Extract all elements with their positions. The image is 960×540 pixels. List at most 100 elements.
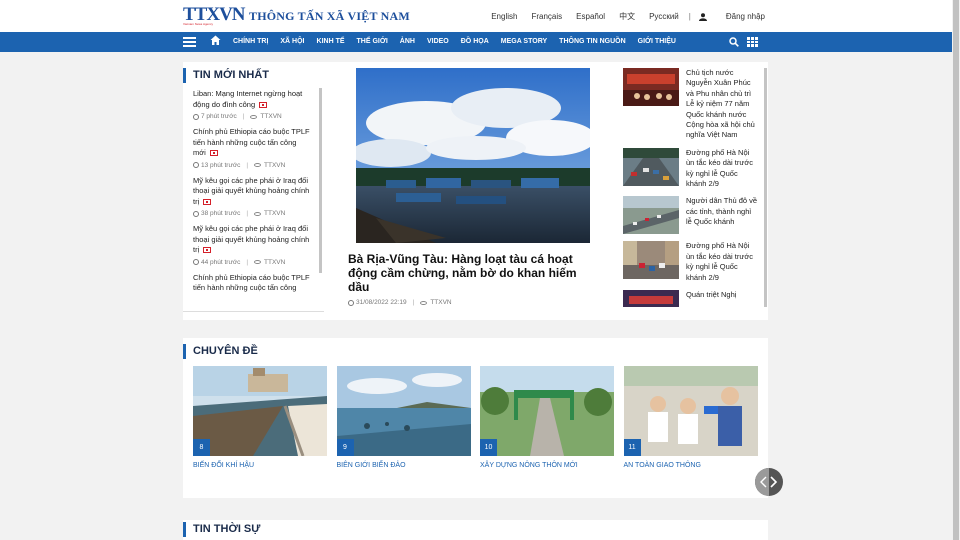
top-header: TTXVN Vietnam News Agency THÔNG TẤN XÃ V… xyxy=(0,0,952,32)
page-scrollbar-thumb[interactable] xyxy=(953,0,959,540)
nav-item-gioi-thieu[interactable]: GIỚI THIỆU xyxy=(638,38,676,45)
side-news-column: Chủ tịch nước Nguyễn Xuân Phúc và Phu nh… xyxy=(623,62,768,307)
lang-russian[interactable]: Русский xyxy=(649,12,679,21)
nav-item-mega-story[interactable]: MEGA STORY xyxy=(501,38,547,45)
topics-carousel: 8 BIẾN ĐỔI KHÍ HẬU 9 BIÊN GIỚI BIỂN ĐẢO … xyxy=(193,366,767,469)
news-source: TTXVN xyxy=(264,258,286,266)
lang-separator: | xyxy=(688,12,691,21)
latest-news-scrollbar[interactable] xyxy=(319,88,322,273)
side-news-scrollbar[interactable] xyxy=(764,68,767,307)
side-news-title[interactable]: Quán triệt Nghị xyxy=(686,290,758,307)
topic-label[interactable]: XÂY DỰNG NÔNG THÔN MỚI xyxy=(480,462,614,469)
topic-card[interactable]: 8 BIẾN ĐỔI KHÍ HẬU xyxy=(193,366,327,469)
user-icon xyxy=(698,12,707,21)
topic-number: 8 xyxy=(193,439,210,456)
nav-item-do-hoa[interactable]: ĐỒ HỌA xyxy=(461,38,489,45)
hero-article[interactable]: Bà Rịa-Vũng Tàu: Hàng loạt tàu cá hoạt đ… xyxy=(347,62,612,320)
login-link[interactable]: Đăng nhập xyxy=(698,12,765,21)
side-news-title[interactable]: Chủ tịch nước Nguyễn Xuân Phúc và Phu nh… xyxy=(686,68,758,141)
news-time: 13 phút trước xyxy=(201,161,241,169)
news-time: 38 phút trước xyxy=(201,210,241,217)
news-time: 44 phút trước xyxy=(201,258,241,266)
page-scrollbar[interactable] xyxy=(952,0,960,540)
apps-grid-icon[interactable] xyxy=(747,37,758,48)
list-item[interactable]: Người dân Thủ đô về các tỉnh, thành nghỉ… xyxy=(623,196,768,235)
side-news-title[interactable]: Người dân Thủ đô về các tỉnh, thành nghỉ… xyxy=(686,196,758,234)
latest-news-list: Liban: Mạng Internet ngừng hoạt động do … xyxy=(193,89,311,299)
site-name[interactable]: THÔNG TẤN XÃ VIỆT NAM xyxy=(249,9,410,24)
featured-panel: TIN MỚI NHẤT Liban: Mạng Internet ngừng … xyxy=(183,62,768,320)
side-news-title[interactable]: Đường phố Hà Nội ùn tắc kéo dài trước kỳ… xyxy=(686,148,758,190)
thumbnail[interactable] xyxy=(623,290,679,307)
topic-label[interactable]: BIÊN GIỚI BIỂN ĐẢO xyxy=(337,462,471,469)
site-logo[interactable]: TTXVN Vietnam News Agency xyxy=(183,4,246,26)
separator: | xyxy=(246,258,249,266)
hamburger-menu-icon[interactable] xyxy=(183,37,196,47)
lang-chinese[interactable]: 中文 xyxy=(619,11,635,22)
list-item[interactable]: Mỹ kêu gọi các phe phái ở Iraq đối thoại… xyxy=(193,224,311,266)
topic-label[interactable]: AN TOÀN GIAO THÔNG xyxy=(624,462,758,469)
topic-card[interactable]: 10 XÂY DỰNG NÔNG THÔN MỚI xyxy=(480,366,614,469)
eye-icon xyxy=(254,260,262,264)
list-item[interactable]: Đường phố Hà Nội ùn tắc kéo dài trước kỳ… xyxy=(623,147,768,190)
topic-card[interactable]: 9 BIÊN GIỚI BIỂN ĐẢO xyxy=(336,366,471,469)
latest-news-heading: TIN MỚI NHẤT xyxy=(183,68,269,83)
thumbnail[interactable] xyxy=(623,68,679,106)
hero-photo-boats xyxy=(356,68,590,243)
main-nav: CHÍNH TRỊ XÃ HỘI KINH TẾ THẾ GIỚI ẢNH VI… xyxy=(0,32,952,52)
topic-image[interactable]: 9 xyxy=(336,366,471,456)
separator: | xyxy=(246,210,249,217)
topic-number: 9 xyxy=(336,439,354,456)
photo-traffic-safety xyxy=(623,366,758,456)
hero-datetime: 31/08/2022 22:19 xyxy=(356,299,407,306)
topic-number: 10 xyxy=(480,439,497,456)
hero-meta: 31/08/2022 22:19 | TTXVN xyxy=(348,299,452,306)
lang-spanish[interactable]: Español xyxy=(576,12,605,21)
topic-image[interactable]: 11 xyxy=(623,366,758,456)
carousel-next-button[interactable] xyxy=(755,468,783,496)
language-menu: English Français Español 中文 Русский | Đă… xyxy=(477,11,765,22)
list-item[interactable]: Chủ tịch nước Nguyễn Xuân Phúc và Phu nh… xyxy=(623,68,768,141)
nav-item-xa-hoi[interactable]: XÃ HỘI xyxy=(280,38,304,45)
topic-card[interactable]: 11 AN TOÀN GIAO THÔNG xyxy=(623,366,758,469)
list-item[interactable]: Chính phủ Ethiopia cáo buộc TPLF tiến hà… xyxy=(193,273,311,294)
logo-mark: TTXVN xyxy=(183,4,246,25)
thumbnail[interactable] xyxy=(623,147,679,186)
search-icon[interactable] xyxy=(729,37,739,47)
news-title[interactable]: Chính phủ Ethiopia cáo buộc TPLF tiến hà… xyxy=(193,273,310,293)
list-item[interactable]: Mỹ kêu gọi các phe phái ở Iraq đối thoại… xyxy=(193,176,311,217)
topic-label[interactable]: BIẾN ĐỔI KHÍ HẬU xyxy=(193,462,327,469)
nav-item-kinh-te[interactable]: KINH TẾ xyxy=(317,38,345,45)
topics-heading: CHUYÊN ĐỀ xyxy=(183,344,258,359)
list-item[interactable]: Chính phủ Ethiopia cáo buộc TPLF tiến hà… xyxy=(193,127,311,169)
hero-source: TTXVN xyxy=(430,299,452,306)
home-icon[interactable] xyxy=(210,35,221,46)
list-item[interactable]: Quán triệt Nghị xyxy=(623,290,768,307)
nav-item-anh[interactable]: ẢNH xyxy=(400,38,415,45)
list-item[interactable]: Liban: Mạng Internet ngừng hoạt động do … xyxy=(193,89,311,120)
nav-item-video[interactable]: VIDEO xyxy=(427,38,449,45)
current-news-heading: TIN THỜI SỰ xyxy=(183,522,260,537)
list-item[interactable]: Đường phố Hà Nội ùn tắc kéo dài trước kỳ… xyxy=(623,241,768,283)
lang-french[interactable]: Français xyxy=(531,12,562,21)
nav-item-the-gioi[interactable]: THẾ GIỚI xyxy=(357,38,388,45)
thumbnail[interactable] xyxy=(623,241,679,280)
news-source: TTXVN xyxy=(260,113,282,120)
topic-image[interactable]: 8 xyxy=(193,366,327,456)
news-title[interactable]: Liban: Mạng Internet ngừng hoạt động do … xyxy=(193,89,302,109)
nav-item-chinh-tri[interactable]: CHÍNH TRỊ xyxy=(233,38,268,45)
clock-icon xyxy=(193,259,199,265)
login-label: Đăng nhập xyxy=(725,12,765,21)
topic-image[interactable]: 10 xyxy=(480,366,614,456)
topic-number: 11 xyxy=(623,439,641,456)
side-news-title[interactable]: Đường phố Hà Nội ùn tắc kéo dài trước kỳ… xyxy=(686,241,758,283)
nav-item-thong-tin-nguon[interactable]: THÔNG TIN NGUỒN xyxy=(559,38,626,45)
hero-image[interactable] xyxy=(356,68,590,243)
photo-sea-islands xyxy=(336,366,471,456)
thumbnail[interactable] xyxy=(623,196,679,235)
separator: | xyxy=(242,113,245,120)
eye-icon xyxy=(250,114,258,119)
latest-news-column: TIN MỚI NHẤT Liban: Mạng Internet ngừng … xyxy=(183,62,324,312)
hero-title[interactable]: Bà Rịa-Vũng Tàu: Hàng loạt tàu cá hoạt đ… xyxy=(348,252,596,294)
lang-english[interactable]: English xyxy=(491,12,517,21)
